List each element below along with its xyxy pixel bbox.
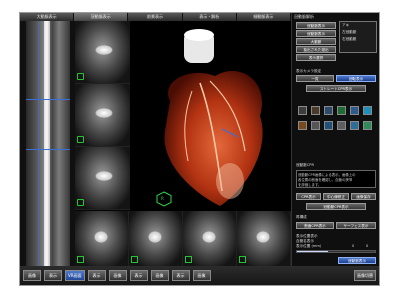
panel-button[interactable]: 抽出された描出 xyxy=(296,46,336,53)
cpr-view-button[interactable]: CPR表示 xyxy=(296,193,321,200)
centerline-edit-button[interactable]: 中心線修正 xyxy=(323,193,349,200)
cross-section-column xyxy=(75,21,130,211)
mode-button-rotate[interactable]: 回転表示 xyxy=(336,75,376,82)
section-cpr-button[interactable]: 断面CPR表示 xyxy=(296,222,334,229)
target-icon[interactable] xyxy=(350,106,359,115)
ruler-icon[interactable] xyxy=(311,121,320,130)
panel-button[interactable]: 冠動脈表示 xyxy=(296,22,336,29)
coronary-display-button[interactable]: 冠動脈表示 xyxy=(338,257,376,264)
rotate-icon[interactable] xyxy=(363,106,372,115)
toolbar-button[interactable]: 画像 xyxy=(192,270,211,281)
description-line: を評価します。 xyxy=(298,183,322,187)
view-tabs: 大動脈表示 冠動脈表示 前景表示 表示・解析 細動脈表示 xyxy=(20,13,292,21)
toolbar-button[interactable]: 画像 xyxy=(150,270,169,281)
option-label: 表示位置 (mm) xyxy=(296,244,322,248)
cross-section-thumb[interactable] xyxy=(75,147,130,210)
save-icon[interactable] xyxy=(337,121,346,130)
section-label: 表示カメラ設定 xyxy=(296,69,322,73)
blur-icon[interactable] xyxy=(324,106,333,115)
cross-section-thumb[interactable] xyxy=(183,211,237,266)
toolbar-button[interactable]: 表示 xyxy=(171,270,190,281)
image-switch-button[interactable]: 画像切替 xyxy=(354,270,376,281)
panel-title: 冠動脈解析 xyxy=(294,14,314,19)
slider-value: 0 xyxy=(366,244,369,248)
toolbar-button[interactable]: 表示 xyxy=(87,270,106,281)
cross-section-thumb[interactable] xyxy=(237,211,291,266)
tab-foreground[interactable]: 前景表示 xyxy=(128,13,183,21)
image-save-button[interactable]: 画像保存 xyxy=(351,193,376,200)
analysis-panel: 冠動脈解析 冠動脈表示 冠動脈表示 大動脈 抽出された描出 表示選択 アキ 左冠… xyxy=(291,13,379,266)
cursor-vertical-line[interactable] xyxy=(38,21,39,266)
tab-analysis[interactable]: 表示・解析 xyxy=(182,13,237,21)
list-item[interactable]: 左冠動脈 xyxy=(340,29,376,36)
curved-mpr-view[interactable] xyxy=(20,21,75,266)
toolbar-button[interactable]: 画像 xyxy=(108,270,127,281)
app-window: 大動脈表示 冠動脈表示 前景表示 表示・解析 細動脈表示 R 冠動脈解析 冠動脈… xyxy=(20,13,379,285)
tab-coronary[interactable]: 冠動脈表示 xyxy=(74,13,129,21)
eye-icon[interactable] xyxy=(337,106,346,115)
toolbar-button[interactable]: 画像 xyxy=(23,270,41,281)
vessel-straightened xyxy=(44,21,50,266)
cpr-label: 冠動脈CPR xyxy=(296,163,314,167)
marker-icon xyxy=(77,136,84,143)
vessel-list[interactable]: アキ 左冠動脈 右冠動脈 xyxy=(339,21,377,53)
toolbar-button[interactable]: VR画面 xyxy=(65,270,85,281)
reconstruction-label: 再構成 xyxy=(296,215,307,219)
volume-render-view[interactable]: R xyxy=(130,21,291,211)
cursor-line[interactable] xyxy=(26,99,70,100)
panel-button[interactable]: 表示選択 xyxy=(296,54,336,61)
camera-icon[interactable] xyxy=(324,121,333,130)
panel-button[interactable]: 冠動脈表示 xyxy=(296,30,336,37)
toolbar-button[interactable]: 表示 xyxy=(44,270,62,281)
marker-icon xyxy=(185,256,192,263)
cube-icon[interactable] xyxy=(298,121,307,130)
marker-icon xyxy=(77,256,84,263)
panel-button[interactable]: 大動脈 xyxy=(296,38,336,45)
marker-icon xyxy=(239,256,246,263)
straight-cpr-button[interactable]: ストレートCPR表示 xyxy=(306,85,366,92)
coronary-cpr-button[interactable]: 冠動脈CPR表示 xyxy=(306,203,366,210)
marker-icon xyxy=(77,199,84,206)
mode-button-list[interactable]: 一覧 xyxy=(296,75,334,82)
cross-section-thumb[interactable] xyxy=(129,211,183,266)
slider-value: 0 xyxy=(352,244,355,248)
description-box: 冠動脈CPR画像による表示。画像上の 各位置の断面を確認し、血管の狭窄 を評価し… xyxy=(296,170,376,188)
cursor-line[interactable] xyxy=(26,149,70,150)
tab-arteriole[interactable]: 細動脈表示 xyxy=(236,13,292,21)
marker-icon xyxy=(131,256,138,263)
toolbar-button[interactable]: 表示 xyxy=(129,270,148,281)
brush-icon[interactable] xyxy=(311,106,320,115)
orientation-cube-icon[interactable]: R xyxy=(156,191,172,207)
cross-section-row xyxy=(75,211,291,266)
marker-icon xyxy=(77,73,84,80)
list-item[interactable]: 右冠動脈 xyxy=(340,36,376,43)
svg-text:R: R xyxy=(161,196,164,201)
list-item[interactable]: アキ xyxy=(340,22,376,29)
lightning-icon[interactable] xyxy=(350,121,359,130)
cross-section-thumb[interactable] xyxy=(75,84,130,147)
cross-section-thumb[interactable] xyxy=(75,211,129,266)
surface-view-button[interactable]: サーフェス表示 xyxy=(336,222,376,229)
tab-aorta[interactable]: 大動脈表示 xyxy=(20,13,75,21)
wrench-icon[interactable] xyxy=(298,106,307,115)
settings-icon[interactable] xyxy=(363,121,372,130)
bottom-toolbar: 画像 表示 VR画面 表示 画像 表示 画像 表示 画像 画像切替 xyxy=(20,266,379,285)
heart-render xyxy=(164,29,263,206)
position-slider[interactable] xyxy=(296,250,376,253)
cross-section-thumb[interactable] xyxy=(75,21,130,84)
